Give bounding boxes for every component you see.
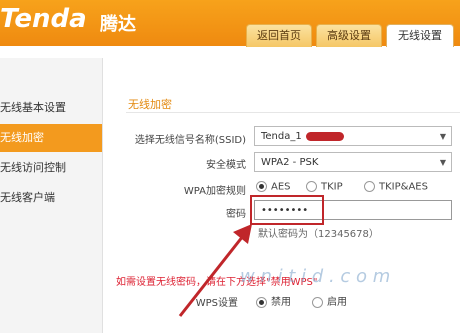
annotation-arrow [178, 224, 252, 317]
arrow-line [178, 235, 245, 317]
arrow-head-icon [233, 224, 252, 244]
